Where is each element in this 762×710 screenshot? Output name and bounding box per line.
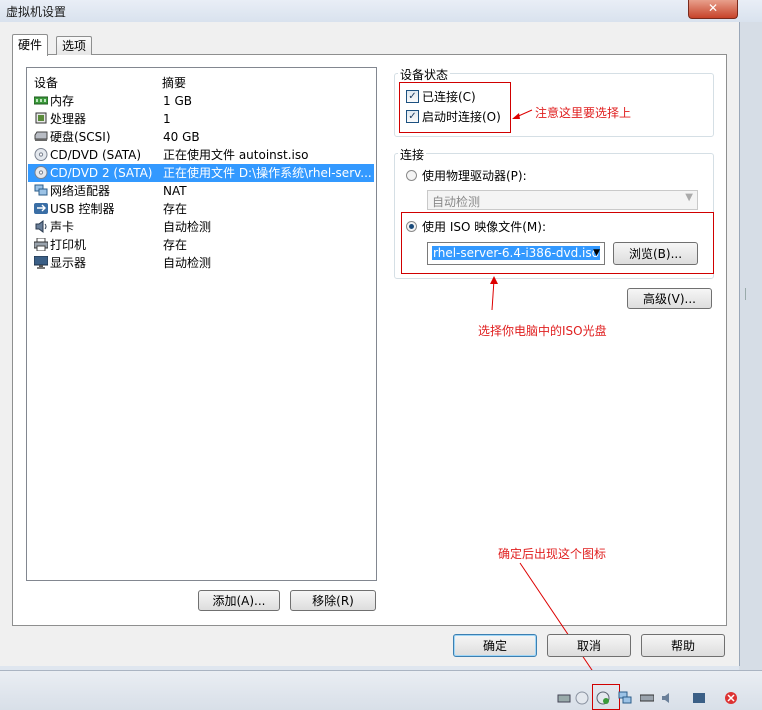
- stop-status-icon[interactable]: [724, 691, 738, 705]
- sound-status-icon[interactable]: [660, 691, 674, 705]
- device-list[interactable]: 设备 摘要 内存 1 GB 处理器 1 硬盘(SCSI) 40 GB CD/DV…: [26, 67, 377, 581]
- tab-hardware[interactable]: 硬件: [12, 34, 49, 56]
- usb-icon: [34, 202, 48, 215]
- device-name: 网络适配器: [50, 184, 111, 198]
- device-name: 打印机: [50, 238, 87, 252]
- annotation-note-iso: 选择你电脑中的ISO光盘: [478, 324, 607, 338]
- device-summary: 1: [163, 112, 171, 126]
- add-device-button[interactable]: 添加(A)...: [198, 590, 280, 611]
- connected-label[interactable]: 已连接(C): [422, 88, 476, 105]
- device-summary: 存在: [163, 202, 188, 216]
- memory-icon: [33, 94, 49, 107]
- device-name: CD/DVD (SATA): [50, 148, 142, 162]
- help-button[interactable]: 帮助: [641, 634, 725, 657]
- iso-path-value[interactable]: rhel-server-6.4-i386-dvd.iso: [432, 246, 600, 260]
- network-status-icon[interactable]: [618, 691, 632, 705]
- network-adapter-icon: [34, 184, 48, 197]
- device-name: USB 控制器: [50, 202, 115, 216]
- hard-disk-icon: [34, 130, 48, 143]
- device-summary: NAT: [163, 184, 187, 198]
- device-row-display[interactable]: 显示器 自动检测: [28, 254, 374, 272]
- device-row-network-adapter[interactable]: 网络适配器 NAT: [28, 182, 374, 200]
- tab-options[interactable]: 选项: [56, 36, 93, 55]
- device-row-memory[interactable]: 内存 1 GB: [28, 92, 374, 110]
- device-row-printer[interactable]: 打印机 存在: [28, 236, 374, 254]
- device-row-cd-dvd-2[interactable]: CD/DVD 2 (SATA) 正在使用文件 D:\操作系统\rhel-serv…: [28, 164, 374, 182]
- ok-button[interactable]: 确定: [453, 634, 537, 657]
- cd-dvd-icon: [34, 166, 48, 179]
- device-summary: 40 GB: [163, 130, 200, 144]
- device-row-usb-controller[interactable]: USB 控制器 存在: [28, 200, 374, 218]
- window-title: 虚拟机设置: [6, 5, 67, 19]
- device-summary: 存在: [163, 238, 188, 252]
- iso-image-radio[interactable]: [406, 221, 417, 232]
- sound-card-icon: [34, 220, 48, 233]
- physical-drive-value: 自动检测: [432, 195, 481, 209]
- device-status-title: 设备状态: [398, 66, 451, 83]
- scroll-mark: [745, 288, 754, 300]
- iso-image-label[interactable]: 使用 ISO 映像文件(M):: [422, 218, 546, 235]
- display-icon: [33, 255, 49, 269]
- device-name: CD/DVD 2 (SATA): [50, 166, 153, 180]
- printer-status-icon[interactable]: [639, 691, 655, 705]
- annotation-note-select: 注意这里要选择上: [535, 106, 632, 120]
- dropdown-arrow-icon: ▼: [685, 192, 693, 203]
- device-row-sound-card[interactable]: 声卡 自动检测: [28, 218, 374, 236]
- device-summary: 正在使用文件 D:\操作系统\rhel-serv...: [163, 166, 372, 180]
- close-button[interactable]: ✕: [688, 0, 738, 19]
- printer-icon: [33, 237, 49, 252]
- annotation-note-icon: 确定后出现这个图标: [498, 547, 607, 561]
- background-window-edge: [739, 22, 762, 670]
- device-row-hard-disk[interactable]: 硬盘(SCSI) 40 GB: [28, 128, 374, 146]
- device-row-processor[interactable]: 处理器 1: [28, 110, 374, 128]
- connected-checkbox[interactable]: ✓: [406, 90, 419, 103]
- physical-drive-select[interactable]: 自动检测 ▼: [427, 190, 698, 210]
- device-name: 显示器: [50, 256, 87, 270]
- device-row-cd-dvd[interactable]: CD/DVD (SATA) 正在使用文件 autoinst.iso: [28, 146, 374, 164]
- remove-device-button[interactable]: 移除(R): [290, 590, 376, 611]
- device-summary: 自动检测: [163, 256, 212, 270]
- physical-drive-label[interactable]: 使用物理驱动器(P):: [422, 167, 527, 184]
- advanced-button[interactable]: 高级(V)...: [627, 288, 712, 309]
- device-name: 处理器: [50, 112, 87, 126]
- device-name: 内存: [50, 94, 75, 108]
- column-header-device[interactable]: 设备: [34, 74, 58, 91]
- device-summary: 1 GB: [163, 94, 192, 108]
- iso-path-combobox[interactable]: rhel-server-6.4-i386-dvd.iso ▼: [427, 242, 605, 265]
- connect-at-power-on-checkbox[interactable]: ✓: [406, 110, 419, 123]
- cancel-button[interactable]: 取消: [547, 634, 631, 657]
- device-name: 声卡: [50, 220, 75, 234]
- cd-dvd-2-status-icon[interactable]: [596, 691, 610, 705]
- processor-icon: [34, 112, 48, 125]
- device-summary: 正在使用文件 autoinst.iso: [163, 148, 309, 162]
- physical-drive-radio[interactable]: [406, 170, 417, 181]
- device-name: 硬盘(SCSI): [50, 130, 111, 144]
- message-status-icon[interactable]: [692, 691, 706, 705]
- dropdown-arrow-icon[interactable]: ▼: [593, 248, 600, 258]
- device-summary: 自动检测: [163, 220, 212, 234]
- connection-title: 连接: [398, 146, 427, 163]
- hard-disk-status-icon[interactable]: [557, 691, 571, 705]
- cd-dvd-icon: [34, 148, 48, 161]
- cd-dvd-status-icon[interactable]: [575, 691, 589, 705]
- browse-button[interactable]: 浏览(B)...: [613, 242, 698, 265]
- connect-at-power-on-label[interactable]: 启动时连接(O): [422, 108, 501, 125]
- title-bar: [0, 0, 762, 22]
- column-header-summary[interactable]: 摘要: [162, 74, 186, 91]
